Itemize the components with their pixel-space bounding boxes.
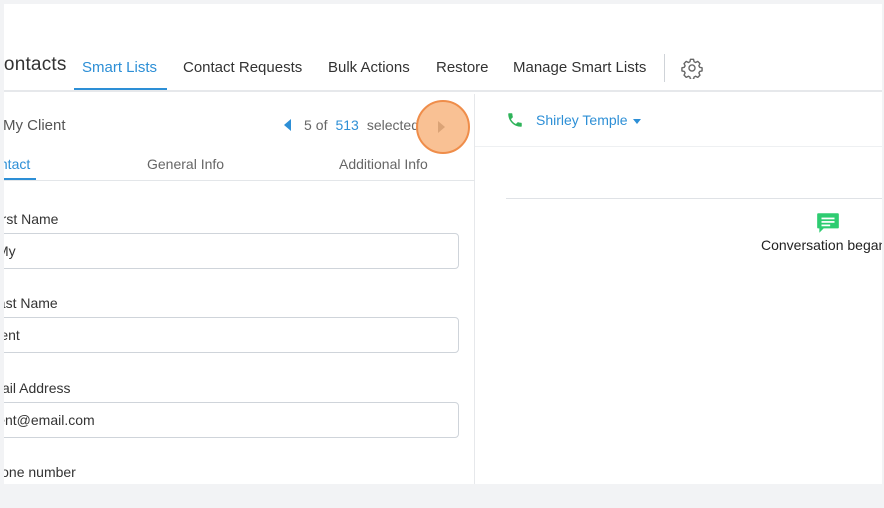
last-name-label: Last Name [4,295,58,311]
active-subtab-indicator [4,178,36,180]
record-pager: 5 of 513 selected [284,117,419,133]
page-title: Contacts [4,54,67,75]
contact-detail-panel: My Client 5 of 513 selected Contact Gene… [4,94,475,484]
tab-smart-lists[interactable]: Smart Lists [82,59,157,76]
chevron-down-icon[interactable] [632,118,641,124]
click-indicator [416,100,470,154]
subtab-general-info[interactable]: General Info [147,156,224,172]
conversation-panel: Shirley Temple Conversation began [475,94,882,484]
email-address-label: Email Address [4,380,71,396]
gear-icon[interactable] [681,57,703,79]
chat-icon [817,213,839,233]
divider [506,198,882,199]
first-name-field[interactable] [4,233,459,269]
tab-bulk-actions[interactable]: Bulk Actions [328,59,410,76]
email-address-field[interactable] [4,402,459,438]
client-name: My Client [4,117,66,134]
tab-restore[interactable]: Restore [436,59,489,76]
nav-divider [664,54,665,82]
divider [475,146,882,147]
pager-total: 513 [335,117,359,133]
last-name-field[interactable] [4,317,459,353]
pager-current: 5 [304,117,312,133]
tab-manage-smart-lists[interactable]: Manage Smart Lists [513,59,646,76]
active-tab-indicator [74,88,167,90]
conversation-status-text: Conversation began [761,237,882,253]
phone-icon[interactable] [506,111,524,129]
conversation-contact-header: Shirley Temple [506,111,641,129]
top-nav: Contacts Smart Lists Contact Requests Bu… [4,4,882,92]
first-name-label: First Name [4,211,59,227]
detail-subtabs: Contact General Info Additional Info [4,151,475,181]
subtab-additional-info[interactable]: Additional Info [339,156,428,172]
app-window: Contacts Smart Lists Contact Requests Bu… [4,4,882,484]
tab-contact-requests[interactable]: Contact Requests [183,59,302,76]
contact-name-dropdown[interactable]: Shirley Temple [536,112,628,128]
pager-of-label: of [315,117,328,133]
previous-record-icon[interactable] [284,119,291,131]
subtab-contact[interactable]: Contact [4,156,30,172]
phone-number-label: Phone number [4,464,76,480]
pager-selected-label: selected [366,117,419,133]
